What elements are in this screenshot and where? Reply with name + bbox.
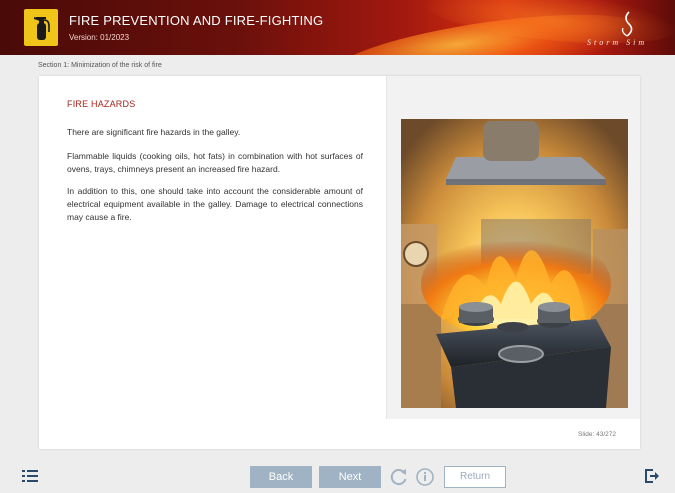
- breadcrumb: Section 1: Minimization of the risk of f…: [38, 62, 162, 69]
- list-menu-icon[interactable]: [22, 469, 38, 483]
- svg-text:Storm Sim: Storm Sim: [587, 38, 647, 47]
- slide-paragraph: Flammable liquids (cooking oils, hot fat…: [67, 151, 363, 174]
- slide-paragraph: There are significant fire hazards in th…: [67, 127, 241, 137]
- exit-icon[interactable]: [644, 468, 660, 484]
- slide-text-column: FIRE HAZARDS There are significant fire …: [39, 76, 386, 416]
- illustration-panel: [387, 76, 640, 419]
- reload-icon[interactable]: [389, 467, 409, 487]
- return-button[interactable]: Return: [444, 466, 506, 488]
- info-icon[interactable]: [415, 467, 435, 487]
- slide-heading: FIRE HAZARDS: [67, 99, 136, 109]
- slide-card: FIRE HAZARDS There are significant fire …: [39, 76, 640, 449]
- galley-fire-illustration: [401, 119, 628, 408]
- next-button[interactable]: Next: [319, 466, 381, 488]
- app-header: FIRE PREVENTION AND FIRE-FIGHTING Versio…: [0, 0, 675, 55]
- fire-extinguisher-icon: [24, 9, 58, 46]
- navigation-bar: Back Next Return: [0, 456, 675, 493]
- slide-counter: Slide: 43/272: [578, 431, 616, 438]
- slide-paragraph: In addition to this, one should take int…: [67, 186, 363, 222]
- course-title: FIRE PREVENTION AND FIRE-FIGHTING: [69, 13, 324, 28]
- back-button[interactable]: Back: [250, 466, 312, 488]
- course-version: Version: 01/2023: [69, 33, 130, 42]
- brand-logo: Storm Sim: [583, 8, 657, 48]
